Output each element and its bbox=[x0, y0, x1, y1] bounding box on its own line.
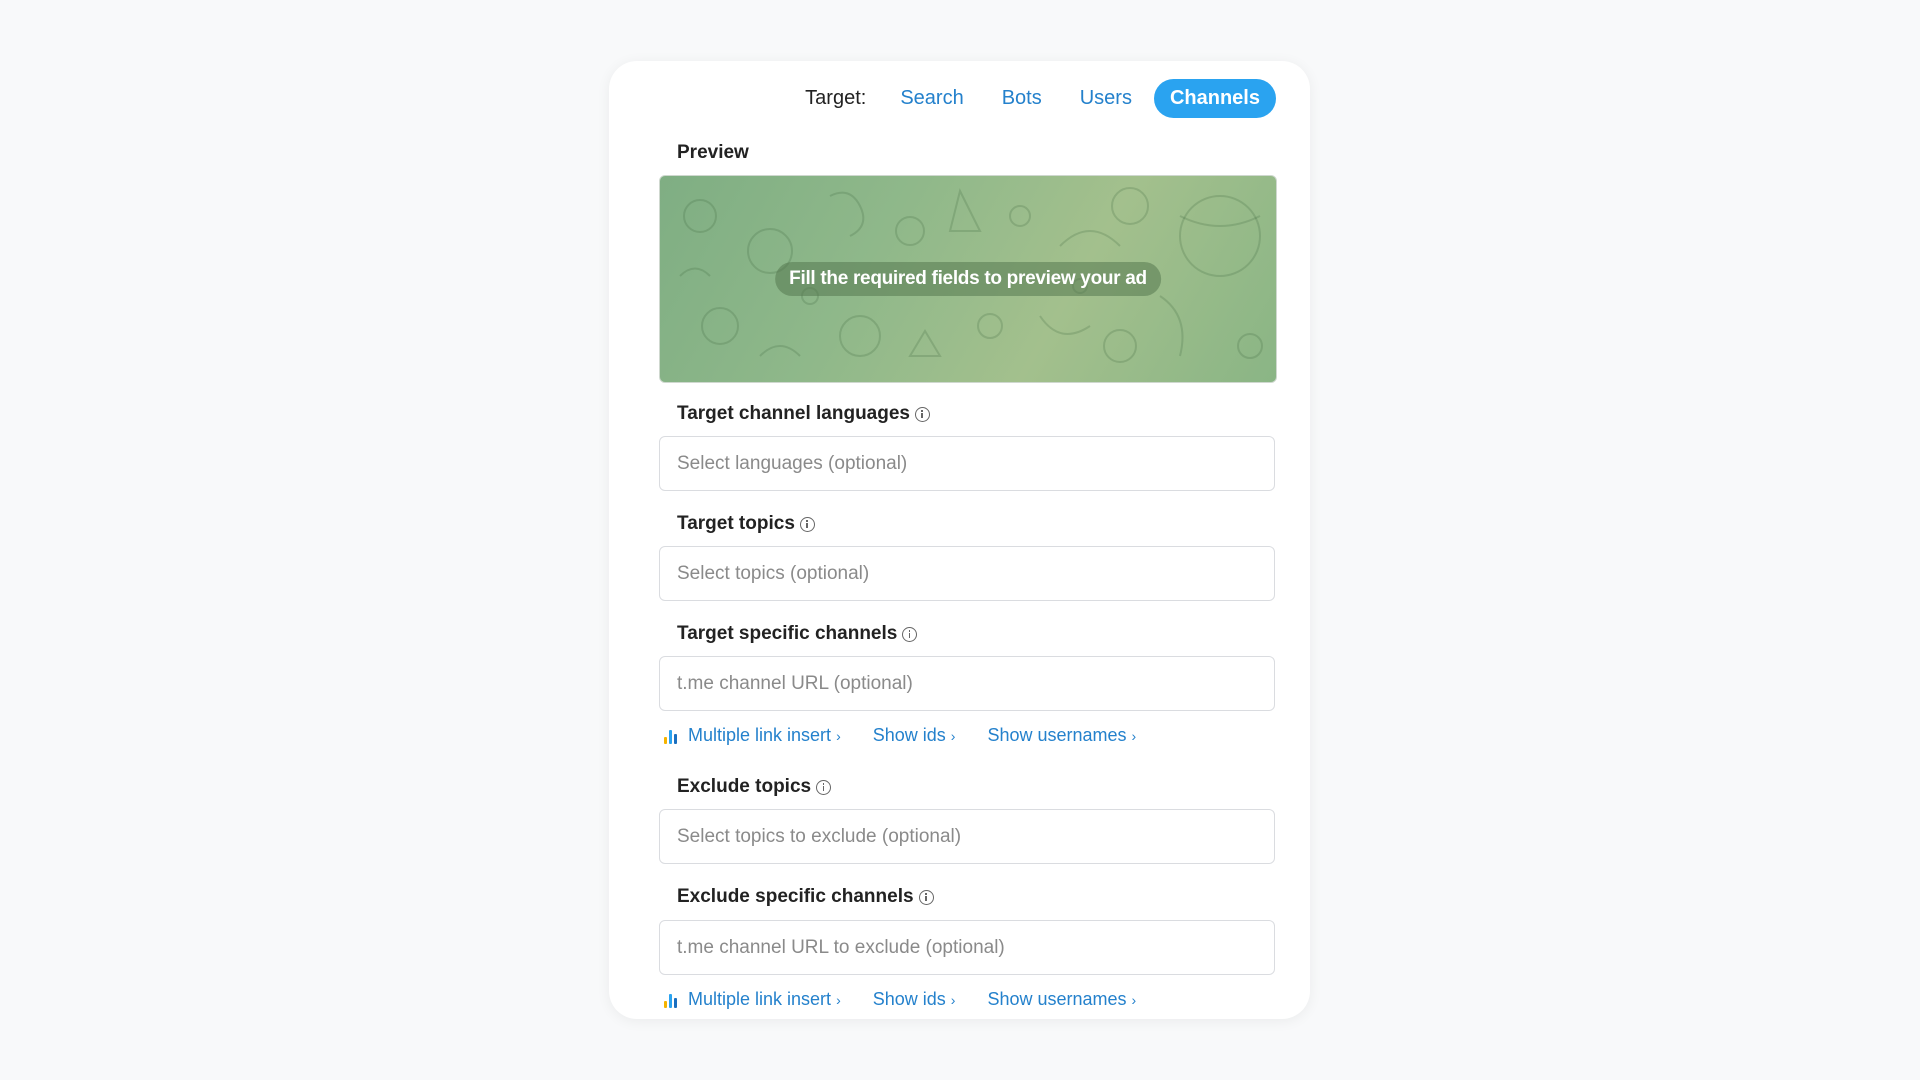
show-usernames-label: Show usernames bbox=[987, 989, 1127, 1009]
channels-label-text: Target specific channels bbox=[677, 623, 898, 644]
exclude-topics-label: Exclude topics bbox=[677, 776, 832, 798]
bar-chart-icon bbox=[664, 728, 679, 744]
show-usernames-label: Show usernames bbox=[987, 725, 1127, 745]
chevron-right-icon: › bbox=[1131, 727, 1137, 744]
show-ids-link[interactable]: Show ids › bbox=[873, 989, 956, 1010]
info-icon[interactable] bbox=[799, 516, 815, 532]
tab-channels[interactable]: Channels bbox=[1153, 78, 1276, 118]
bar-chart-icon bbox=[664, 992, 679, 1008]
target-label: Target: bbox=[805, 86, 867, 109]
channels-label: Target specific channels bbox=[677, 623, 918, 645]
preview-placeholder-message: Fill the required fields to preview your… bbox=[775, 262, 1161, 296]
tab-search[interactable]: Search bbox=[884, 79, 979, 118]
multiple-link-insert-link[interactable]: Multiple link insert › bbox=[664, 725, 841, 746]
exclude-channels-label-text: Exclude specific channels bbox=[677, 886, 914, 907]
show-usernames-link[interactable]: Show usernames › bbox=[987, 989, 1136, 1010]
chevron-right-icon: › bbox=[1131, 991, 1137, 1008]
ad-preview: Fill the required fields to preview your… bbox=[659, 175, 1277, 383]
languages-label-text: Target channel languages bbox=[677, 403, 910, 424]
ad-targeting-card: Target: Search Bots Users Channels Previ… bbox=[609, 61, 1310, 1019]
chevron-right-icon: › bbox=[950, 727, 956, 744]
languages-label: Target channel languages bbox=[677, 403, 930, 425]
info-icon[interactable] bbox=[918, 889, 934, 905]
chevron-right-icon: › bbox=[950, 991, 956, 1008]
info-icon[interactable] bbox=[816, 779, 832, 795]
topics-label-text: Target topics bbox=[677, 513, 795, 534]
exclude-topics-label-text: Exclude topics bbox=[677, 776, 812, 797]
topics-label: Target topics bbox=[677, 513, 815, 535]
preview-label-text: Preview bbox=[677, 142, 749, 163]
target-selector: Target: Search Bots Users Channels bbox=[805, 78, 1276, 118]
chevron-right-icon: › bbox=[836, 991, 841, 1008]
show-ids-label: Show ids bbox=[872, 989, 946, 1009]
chevron-right-icon: › bbox=[836, 727, 841, 744]
preview-label: Preview bbox=[677, 142, 749, 164]
info-icon[interactable] bbox=[902, 626, 918, 642]
channels-link-actions: Multiple link insert › Show ids › Show u… bbox=[664, 725, 1168, 746]
tab-users[interactable]: Users bbox=[1064, 79, 1148, 118]
exclude-channels-label: Exclude specific channels bbox=[677, 886, 934, 908]
tab-bots[interactable]: Bots bbox=[986, 79, 1058, 118]
multiple-link-insert-label: Multiple link insert bbox=[688, 989, 832, 1009]
info-icon[interactable] bbox=[914, 406, 930, 422]
languages-select[interactable] bbox=[659, 436, 1275, 491]
exclude-topics-select[interactable] bbox=[659, 809, 1275, 864]
exclude-channels-input[interactable] bbox=[659, 920, 1275, 975]
exclude-channels-link-actions: Multiple link insert › Show ids › Show u… bbox=[664, 989, 1168, 1010]
show-ids-link[interactable]: Show ids › bbox=[873, 725, 956, 746]
multiple-link-insert-link[interactable]: Multiple link insert › bbox=[664, 989, 841, 1010]
show-ids-label: Show ids bbox=[872, 725, 946, 745]
topics-select[interactable] bbox=[659, 546, 1275, 601]
show-usernames-link[interactable]: Show usernames › bbox=[987, 725, 1136, 746]
channels-input[interactable] bbox=[659, 656, 1275, 711]
multiple-link-insert-label: Multiple link insert bbox=[688, 725, 832, 745]
